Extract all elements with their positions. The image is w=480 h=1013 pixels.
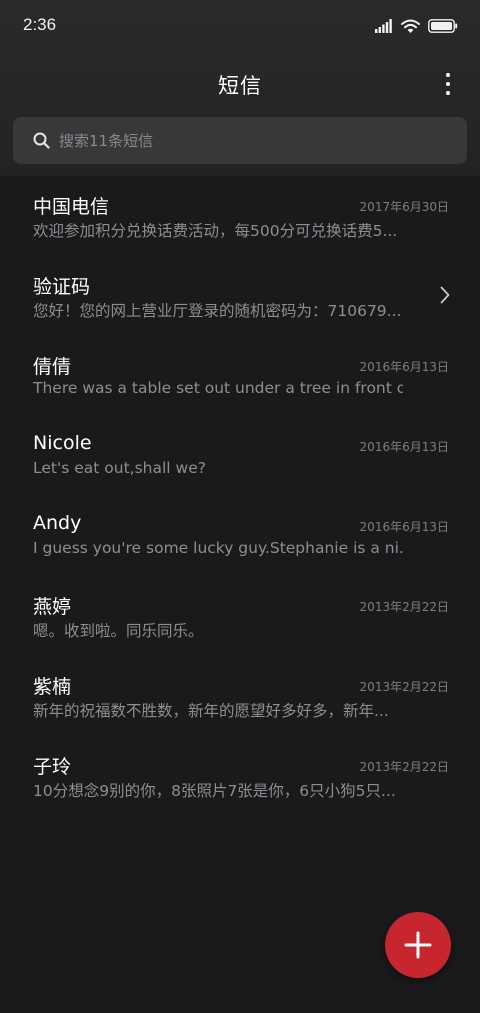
battery-icon: [428, 19, 458, 33]
conversation-preview: 嗯。收到啦。同乐同乐。: [33, 622, 204, 640]
more-vertical-icon-dot: [446, 82, 450, 86]
conversation-date: 2013年2月22日: [359, 600, 449, 614]
status-time: 2:36: [23, 15, 57, 34]
conversation-list: 中国电信 2017年6月30日 欢迎参加积分兑换话费活动，每500分可兑换话费5…: [0, 176, 480, 816]
conversation-name: 中国电信: [33, 196, 110, 218]
search-placeholder: 搜索11条短信: [59, 132, 154, 150]
conversation-item[interactable]: Andy 2016年6月13日 I guess you're some luck…: [0, 496, 480, 576]
title-bar: 短信: [0, 56, 480, 112]
conversation-preview: 您好！您的网上营业厅登录的随机密码为：710679...: [33, 302, 402, 320]
conversation-date: 2013年2月22日: [359, 680, 449, 694]
conversation-date: 2017年6月30日: [359, 200, 449, 214]
search-icon: [33, 132, 50, 149]
conversation-item[interactable]: 中国电信 2017年6月30日 欢迎参加积分兑换话费活动，每500分可兑换话费5…: [0, 176, 480, 256]
conversation-date: 2016年6月13日: [359, 360, 449, 374]
conversation-name: Andy: [33, 512, 82, 534]
conversation-preview: There was a table set out under a tree i…: [33, 379, 403, 397]
conversation-item[interactable]: 燕婷 2013年2月22日 嗯。收到啦。同乐同乐。: [0, 576, 480, 656]
new-message-button[interactable]: [385, 912, 451, 978]
signal-icon: [375, 19, 392, 33]
conversation-name: 子玲: [33, 756, 72, 778]
conversation-item[interactable]: 紫楠 2013年2月22日 新年的祝福数不胜数，新年的愿望好多好多，新年...: [0, 656, 480, 736]
conversation-name: 倩倩: [33, 356, 72, 378]
more-vertical-icon-dot: [446, 91, 450, 95]
wifi-icon: [401, 19, 420, 33]
more-options-button[interactable]: [438, 70, 458, 98]
conversation-name: 验证码: [33, 276, 91, 298]
search-input[interactable]: 搜索11条短信: [13, 117, 467, 164]
conversation-item[interactable]: 子玲 2013年2月22日 10分想念9别的你，8张照片7张是你，6只小狗5只.…: [0, 736, 480, 816]
status-icons: [375, 16, 458, 36]
conversation-name: Nicole: [33, 432, 92, 454]
conversation-preview: Let's eat out,shall we?: [33, 459, 206, 477]
conversation-preview: I guess you're some lucky guy.Stephanie …: [33, 539, 403, 557]
header-area: 2:36 短信 搜索11条短信: [0, 0, 480, 176]
conversation-date: 2013年2月22日: [359, 760, 449, 774]
conversation-item[interactable]: 倩倩 2016年6月13日 There was a table set out …: [0, 336, 480, 416]
status-bar: 2:36: [0, 0, 480, 52]
conversation-name: 燕婷: [33, 596, 72, 618]
page-title: 短信: [218, 74, 262, 98]
conversation-date: 2016年6月13日: [359, 440, 449, 454]
more-vertical-icon: [446, 73, 450, 77]
chevron-right-icon: [440, 286, 450, 304]
conversation-name: 紫楠: [33, 676, 72, 698]
conversation-date: 2016年6月13日: [359, 520, 449, 534]
conversation-item[interactable]: Nicole 2016年6月13日 Let's eat out,shall we…: [0, 416, 480, 496]
conversation-preview: 欢迎参加积分兑换话费活动，每500分可兑换话费5...: [33, 222, 398, 240]
conversation-item[interactable]: 验证码 您好！您的网上营业厅登录的随机密码为：710679...: [0, 256, 480, 336]
conversation-preview: 新年的祝福数不胜数，新年的愿望好多好多，新年...: [33, 702, 389, 720]
plus-icon: [404, 931, 432, 959]
conversation-preview: 10分想念9别的你，8张照片7张是你，6只小狗5只...: [33, 782, 396, 800]
